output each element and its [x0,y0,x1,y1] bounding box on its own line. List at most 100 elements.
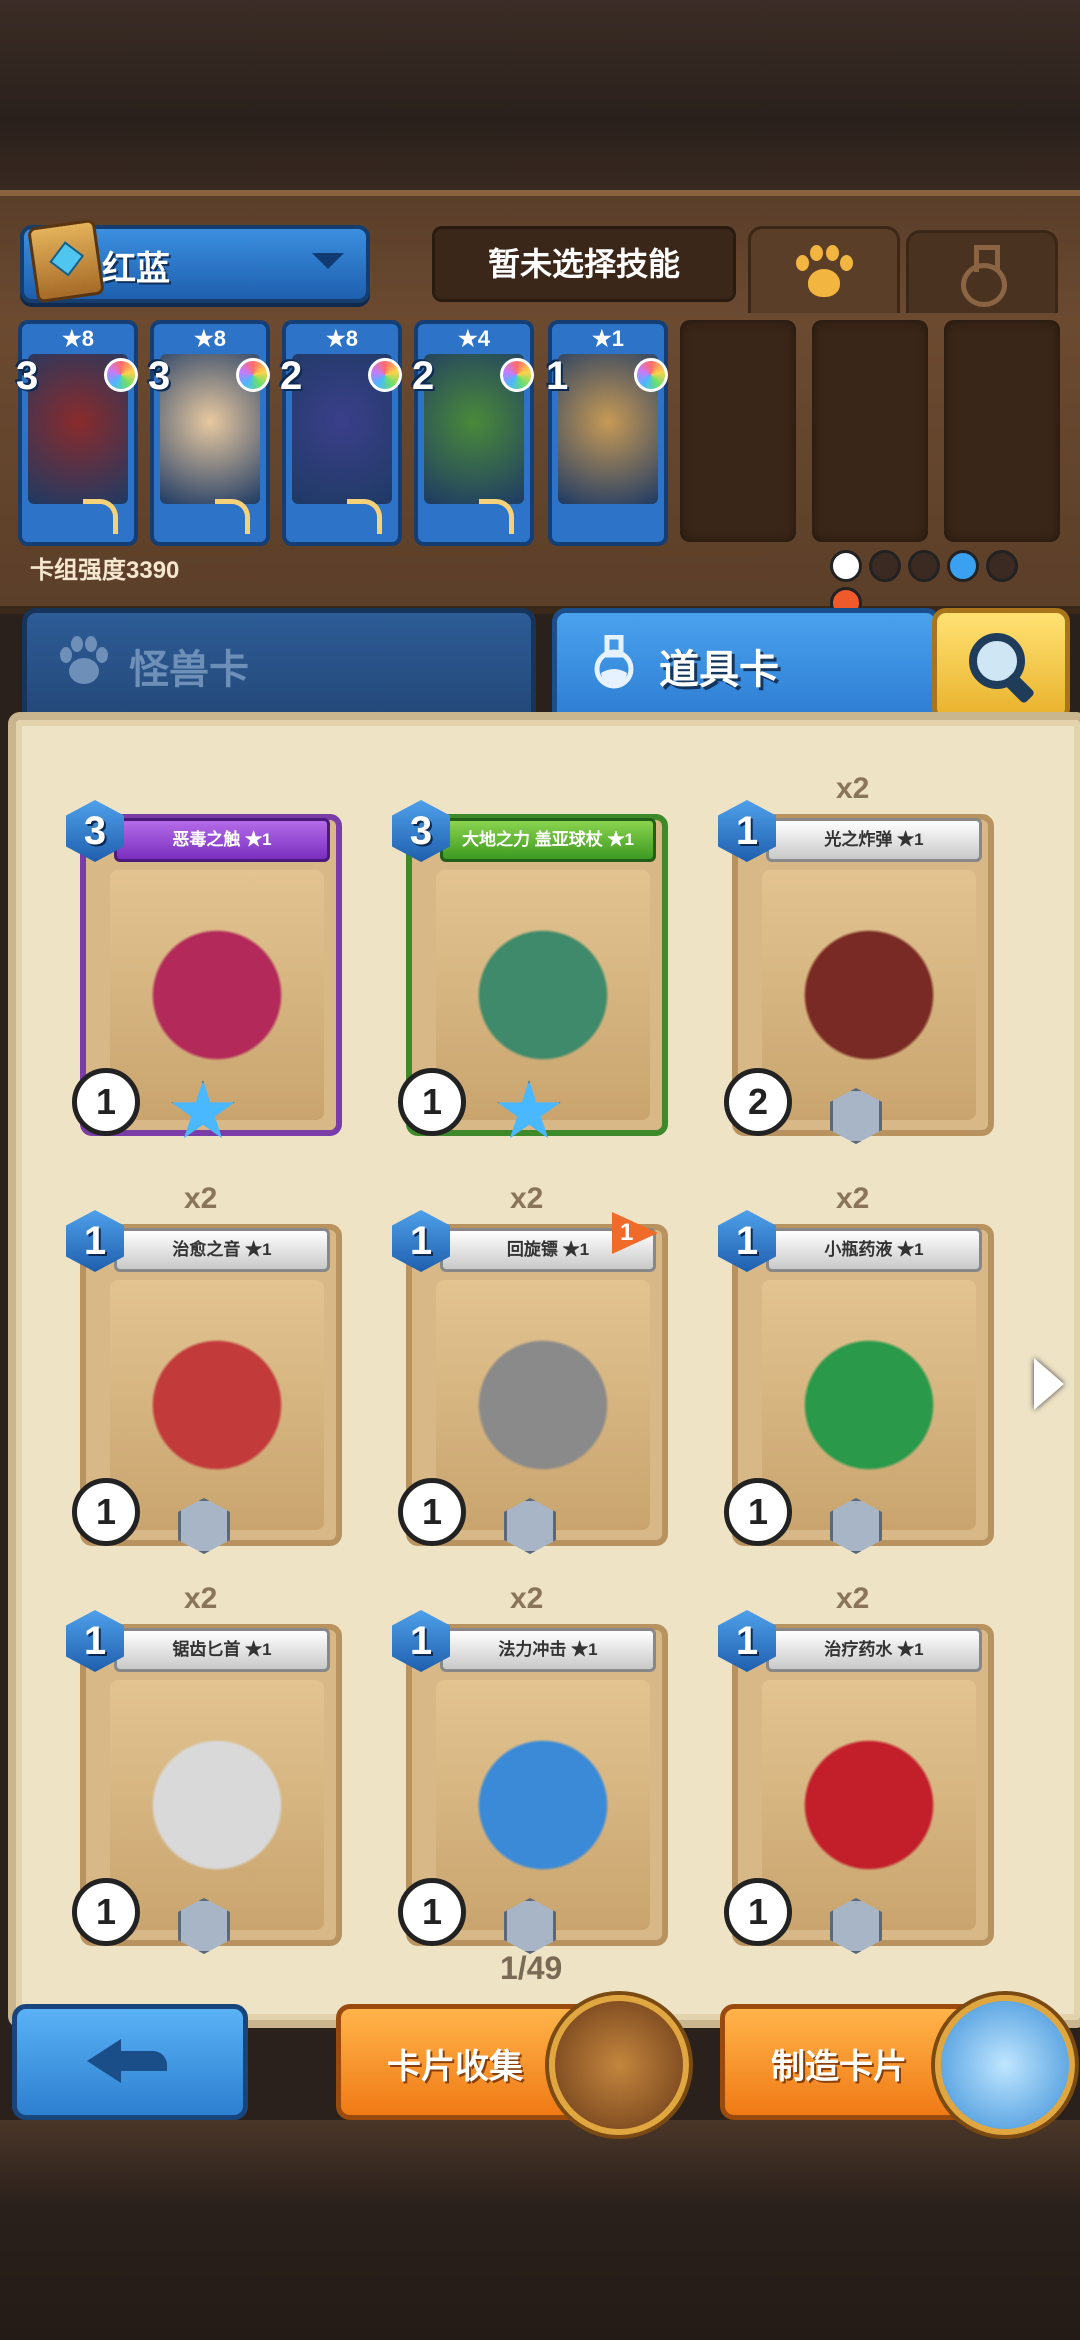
page-counter: 1/49 [500,1950,563,1986]
deck-card-row: ★8 3 ★8 3 ★8 2 ★4 2 ★1 1 [16,320,1078,546]
element-icon [830,550,862,582]
item-card[interactable]: x2 光之炸弹 ★1 1 2 [718,772,994,1144]
deck-card[interactable]: ★8 2 [280,320,402,546]
item-card[interactable]: x2 法力冲击 ★1 1 1 [392,1582,668,1954]
card-power: 2 [724,1068,792,1136]
card-art [110,870,324,1120]
card-cost: 2 [412,354,435,398]
wand-icon [83,499,118,534]
card-stars: ★8 [326,326,358,351]
tab-monster-label: 怪兽卡 [129,648,249,692]
card-power: 1 [398,1878,466,1946]
bottom-frame [0,2120,1080,2340]
card-collection-label: 卡片收集 [387,2048,523,2086]
empty-deck-slot[interactable] [812,320,928,542]
element-icon [947,550,979,582]
deck-power: 卡组强度3390 [30,557,180,584]
flask-icon [957,245,1007,307]
card-count: x2 [184,1182,218,1215]
flask-icon [594,635,634,689]
deck-card[interactable]: ★1 1 [546,320,668,546]
card-name: 小瓶药液 ★1 [766,1228,982,1272]
deck-selector[interactable]: 红蓝 [20,218,370,304]
card-count: x2 [510,1182,544,1215]
card-name: 法力冲击 ★1 [440,1628,656,1672]
skill-selector[interactable]: 暂未选择技能 [432,226,736,302]
wand-icon [347,499,382,534]
tab-item-label: 道具卡 [659,648,779,692]
paw-icon [794,245,854,301]
deck-card[interactable]: ★8 3 [148,320,270,546]
card-count: x2 [836,1582,870,1615]
search-icon-handle [1002,671,1036,705]
card-art [436,870,650,1120]
card-collection-button[interactable]: 卡片收集 [336,1995,689,2135]
card-stars: ★8 [194,326,226,351]
craft-card-label: 制造卡片 [771,2048,907,2086]
card-cost: 3 [16,354,39,398]
card-name: 治愈之音 ★1 [114,1228,330,1272]
element-gem-icon [634,358,668,392]
card-stars: ★1 [592,326,624,351]
card-power: 1 [72,1478,140,1546]
deck-card[interactable]: ★4 2 [412,320,534,546]
card-grid: 恶毒之触 ★1 3 1 大地之力 盖亚球杖 ★1 3 1 x2 光之炸弹 ★1 … [8,712,1080,2028]
card-art [436,1280,650,1530]
element-gem-icon [236,358,270,392]
card-art [762,1280,976,1530]
card-art [762,1680,976,1930]
card-name: 大地之力 盖亚球杖 ★1 [440,818,656,862]
element-gem-icon [500,358,534,392]
wand-icon [215,499,250,534]
card-count: x2 [836,772,870,805]
element-icon [869,550,901,582]
item-card[interactable]: x2 锯齿匕首 ★1 1 1 [66,1582,342,1954]
card-cost: 1 [546,354,569,398]
element-gem-icon [368,358,402,392]
tab-potion[interactable] [906,230,1058,313]
card-power: 1 [724,1878,792,1946]
next-page-arrow-icon[interactable] [1034,1358,1064,1410]
card-stars: ★4 [458,326,490,351]
back-arrow-icon [87,2035,167,2085]
item-card[interactable]: x2 回旋镖 ★1 1 1 1 [392,1182,668,1554]
deck-name: 红蓝 [102,250,170,288]
card-art [110,1680,324,1930]
tab-pet[interactable] [748,226,900,313]
wand-icon [479,499,514,534]
card-count: x2 [184,1582,218,1615]
card-count: x2 [510,1582,544,1615]
card-count: x2 [836,1182,870,1215]
card-name: 锯齿匕首 ★1 [114,1628,330,1672]
card-cost: 3 [148,354,171,398]
element-icon [908,550,940,582]
element-icons [830,550,1060,619]
chevron-down-icon [312,253,344,269]
card-art [436,1680,650,1930]
item-card[interactable]: x2 治疗药水 ★1 1 1 [718,1582,994,1954]
deck-book-icon [27,218,105,304]
card-power: 1 [724,1478,792,1546]
card-name: 治疗药水 ★1 [766,1628,982,1672]
card-power: 1 [72,1068,140,1136]
card-power: 1 [72,1878,140,1946]
item-card[interactable]: x2 治愈之音 ★1 1 1 [66,1182,342,1554]
item-card[interactable]: x2 小瓶药液 ★1 1 1 [718,1182,994,1554]
craft-card-button[interactable]: 制造卡片 [720,1995,1075,2135]
card-cost: 2 [280,354,303,398]
item-card[interactable]: 大地之力 盖亚球杖 ★1 3 1 [392,800,668,1140]
tab-monster-cards[interactable]: 怪兽卡 [22,608,536,718]
tab-item-cards[interactable]: 道具卡 [552,608,940,718]
card-power: 1 [398,1068,466,1136]
paw-potion-icon [935,1995,1075,2135]
paw-icon [60,636,108,684]
item-card[interactable]: 恶毒之触 ★1 3 1 [66,800,342,1140]
deck-card[interactable]: ★8 3 [16,320,138,546]
back-button[interactable] [12,2004,248,2120]
card-art [110,1280,324,1530]
search-button[interactable] [932,608,1070,722]
top-frame [0,0,1080,200]
empty-deck-slot[interactable] [680,320,796,542]
card-name: 恶毒之触 ★1 [114,818,330,862]
empty-deck-slot[interactable] [944,320,1060,542]
